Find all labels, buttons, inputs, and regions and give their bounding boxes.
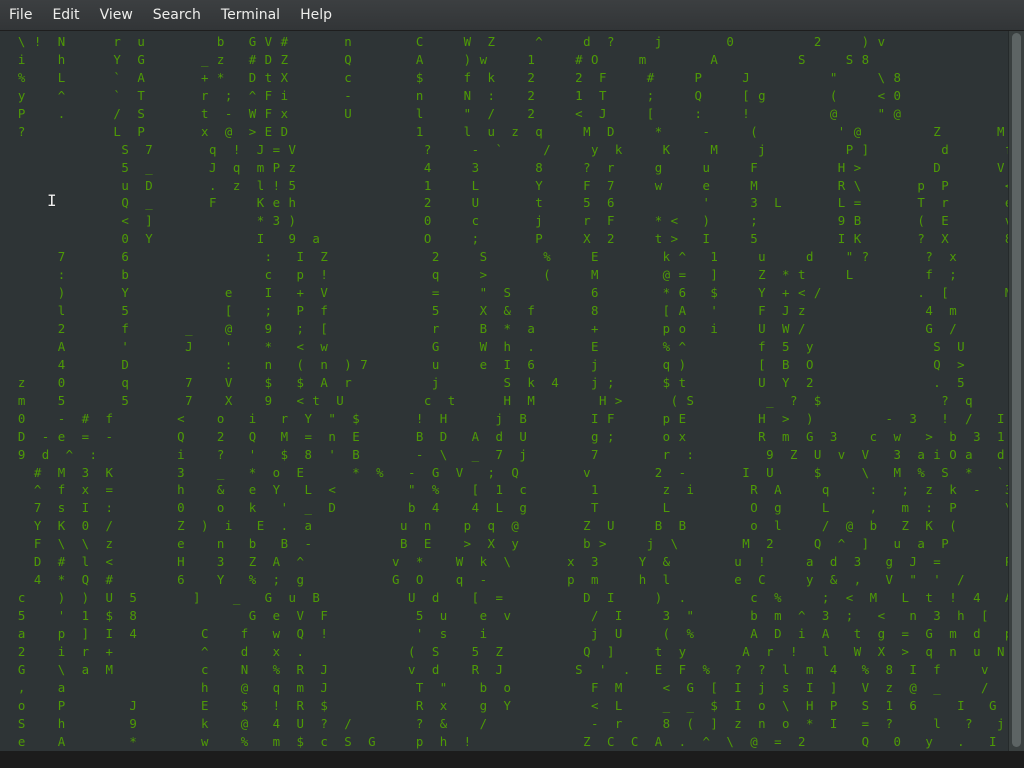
text-ibeam-cursor-icon: I bbox=[47, 191, 57, 210]
menubar: File Edit View Search Terminal Help bbox=[0, 0, 1024, 31]
terminal-line: , a h @ q m J T " b o F M < G [ I j s I … bbox=[17, 679, 990, 695]
terminal-line: z 0 q 7 V $ $ A r j S k 4 j ; $ t U Y 2 … bbox=[17, 374, 966, 390]
terminal-line: D - e = - Q 2 Q M = n E B D A d U g ; o … bbox=[17, 428, 1005, 444]
terminal-line: 4 * Q # 6 Y % ; g G O q - p m h l e C y … bbox=[33, 572, 966, 588]
terminal-line: o P J E $ ! R $ R x g Y < L _ _ $ I o \ … bbox=[17, 697, 997, 713]
vertical-scrollbar[interactable] bbox=[1008, 31, 1024, 751]
terminal-line: 5 ' 1 $ 8 G e V F 5 u e v / I 3 " b m ^ … bbox=[17, 608, 990, 623]
terminal-line: 2 i r + ^ d x . ( S 5 Z Q ] t y A r ! l … bbox=[17, 643, 1005, 659]
terminal-line: l 5 [ ; P f 5 X & f 8 [ A ' F J z 4 m X … bbox=[57, 303, 958, 319]
terminal-line: m 5 5 7 X 9 < t U c t H M H > ( S _ ? $ … bbox=[17, 392, 974, 408]
terminal-window: File Edit View Search Terminal Help \ ! … bbox=[0, 0, 1024, 768]
terminal-line: G \ a M c N % R J v d R J S ' . E F % ? … bbox=[17, 661, 990, 677]
terminal-line: : b c p ! q > ( M @ = ] Z * t L f ; - t … bbox=[57, 267, 958, 283]
terminal-line: % L ` A + * D t X c $ f k 2 2 F # P J " … bbox=[17, 69, 902, 85]
terminal-line: A ' J ' * < w G W h . E % ^ f 5 y S U > … bbox=[57, 338, 966, 354]
terminal-line: 0 Y I 9 a O ; P X 2 t > I 5 I K ? X 8 M … bbox=[121, 231, 1008, 247]
window-bottom-edge bbox=[0, 751, 1024, 768]
menu-view[interactable]: View bbox=[90, 0, 143, 31]
terminal-output-area[interactable]: \ ! N r u b G V # n C W Z ^ d ? j 0 2 ) … bbox=[0, 31, 1008, 751]
terminal-line: 9 d ^ : i ? ' $ 8 ' B - \ _ 7 j 7 r : 9 … bbox=[17, 446, 1005, 462]
terminal-line: 7 s I : 0 o k ' _ D b 4 4 L g T L O g L … bbox=[33, 500, 1008, 516]
terminal-line: y ^ ` T r ; ^ F i - n N : 2 1 T ; Q [ g … bbox=[17, 87, 902, 103]
menu-search[interactable]: Search bbox=[143, 0, 211, 31]
terminal-line: \ ! N r u b G V # n C W Z ^ d ? j 0 2 ) … bbox=[17, 34, 886, 49]
menu-file[interactable]: File bbox=[0, 0, 42, 31]
terminal-line: D # l < H 3 Z A ^ v * W k \ x 3 Y & u ! … bbox=[33, 554, 1008, 570]
terminal-line: e A * w % m $ c S G p h ! Z C C A . ^ \ … bbox=[2, 733, 1008, 749]
menu-help[interactable]: Help bbox=[290, 0, 342, 31]
terminal-line: 4 D : n ( n ) 7 u e I 6 j q ) [ B O Q > … bbox=[57, 356, 966, 372]
terminal-line: 7 6 : I Z 2 S % E k ^ 1 u d " ? ? x N > … bbox=[57, 249, 958, 265]
terminal-line: 2 f _ @ 9 ; [ r B * a + p o i U W / G / … bbox=[57, 321, 958, 336]
terminal-line: # M 3 K 3 _ * o E * % - G V ; Q v 2 - I … bbox=[33, 464, 1005, 480]
menu-edit[interactable]: Edit bbox=[42, 0, 89, 31]
terminal-line: Y K 0 / Z ) i E . a u n p q @ Z U B B o … bbox=[33, 518, 958, 534]
terminal-line: u D . z l ! 5 1 L Y F 7 w e M R \ p P < … bbox=[121, 177, 1008, 193]
menu-terminal[interactable]: Terminal bbox=[211, 0, 290, 31]
scrollbar-thumb[interactable] bbox=[1012, 33, 1021, 747]
terminal-line: c ) ) U 5 ] _ G u B U d [ = D I ) . c % … bbox=[17, 590, 1008, 606]
terminal-line: 5 _ J q m P z 4 3 8 ? r g u F H > D V J … bbox=[121, 159, 1005, 175]
terminal-line: a p ] I 4 C f w Q ! ' s i j U ( % A D i … bbox=[17, 625, 1008, 641]
terminal-line: < ] * 3 ) 0 c j r F * < ) ; 9 B ( E v c … bbox=[121, 213, 1008, 229]
terminal-line: F \ \ z e n b B - B E > X y b > j \ M 2 … bbox=[33, 536, 950, 552]
terminal-line: i h Y G _ z # D Z Q A ) w 1 # O m A S S … bbox=[17, 51, 870, 67]
terminal-line: ? L P x @ > E D 1 l u z q M D * - ( ' @ … bbox=[17, 123, 1005, 139]
terminal-line: P . / S t - W F x U l " / 2 < J [ : ! @ … bbox=[17, 105, 902, 121]
terminal-line: Q _ F K e h 2 U t 5 6 ' 3 L L = T r e ( … bbox=[121, 195, 1008, 211]
terminal-line: ^ f x = h & e Y L < " % [ 1 c 1 z i R A … bbox=[33, 482, 1008, 498]
matrix-rain-text: \ ! N r u b G V # n C W Z ^ d ? j 0 2 ) … bbox=[2, 33, 1008, 751]
terminal-line: ) Y e I + V = " S 6 * 6 $ Y + < / . [ M … bbox=[57, 285, 1008, 301]
terminal-line: S h 9 k @ 4 U ? / ? & / - r 8 ( ] z n o … bbox=[17, 715, 1005, 731]
terminal-line: 0 - # f < o i r Y " $ ! H j B I F p E H … bbox=[17, 410, 1005, 426]
terminal-line: S 7 q ! J = V ? - ` / y k K M j P ] d f … bbox=[121, 141, 1008, 157]
